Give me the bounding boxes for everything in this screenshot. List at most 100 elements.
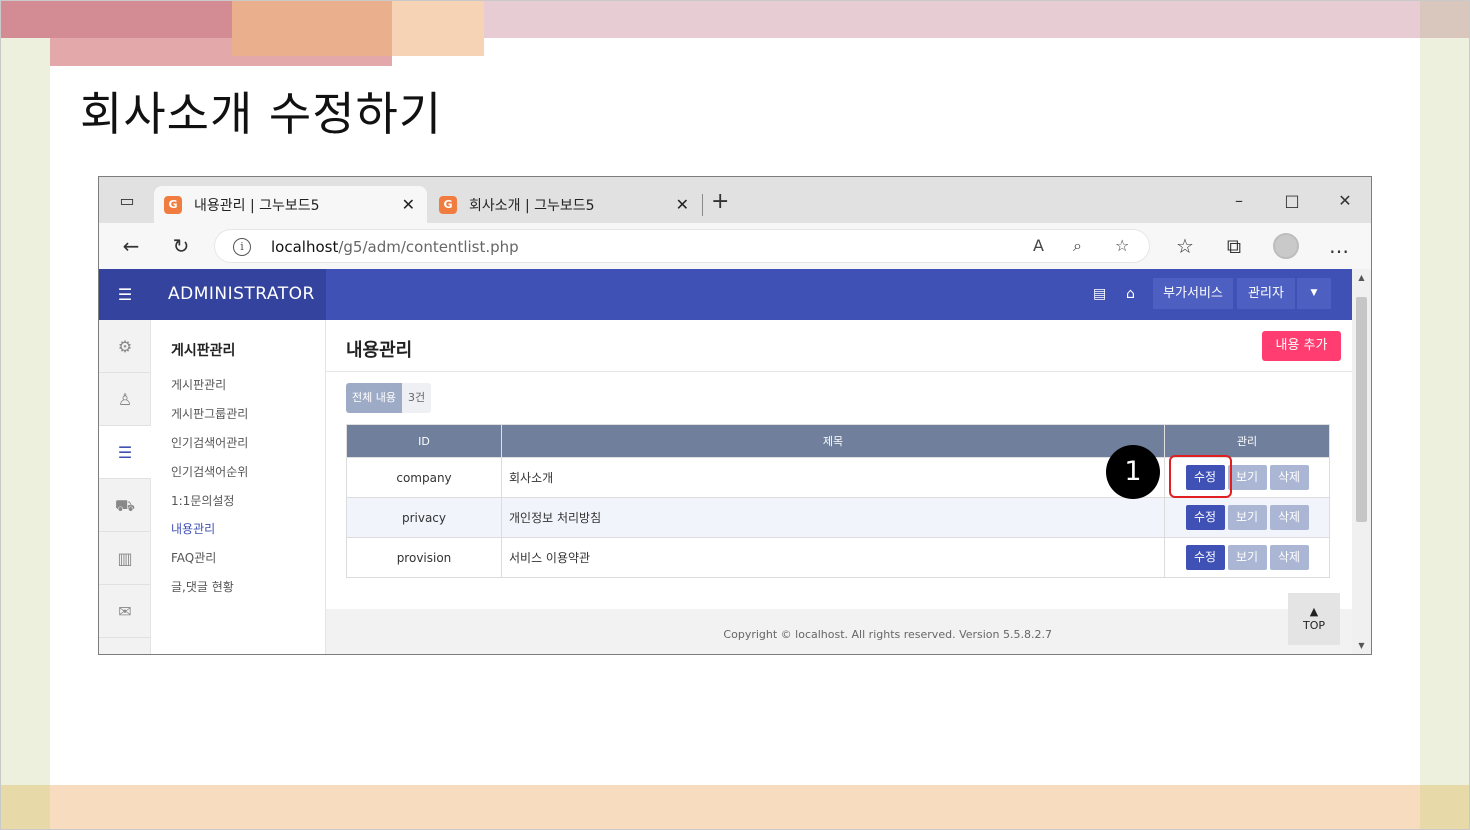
tab-actions-icon[interactable]: ▭ — [117, 191, 137, 211]
add-favorite-icon[interactable]: ☆ — [1115, 236, 1129, 255]
column-header-title: 제목 — [501, 424, 1165, 458]
scroll-top-button[interactable]: ▲ TOP — [1288, 593, 1340, 645]
slide-right-top-block — [1420, 0, 1470, 38]
sidebar-icon-rail: ⚙ ♙ ☰ ⛟ ▥ ✉ — [99, 320, 151, 654]
table-row: privacy 개인정보 처리방침 수정 보기 삭제 — [346, 497, 1330, 538]
vertical-scrollbar[interactable]: ▲ ▼ — [1352, 269, 1371, 654]
navigation-bar: ← ↻ i localhost/g5/adm/contentlist.php A… — [99, 223, 1371, 269]
gnuboard-favicon-icon: G — [164, 195, 182, 214]
admin-footer: Copyright © localhost. All rights reserv… — [326, 609, 1352, 654]
admin-brand[interactable]: ADMINISTRATOR — [151, 269, 326, 320]
view-button[interactable]: 보기 — [1227, 505, 1267, 530]
row-id: provision — [346, 537, 502, 578]
sidebar-item-content-manage[interactable]: 내용관리 — [171, 520, 215, 537]
tab-title: 내용관리 | 그누보드5 — [194, 197, 320, 214]
profile-avatar[interactable] — [1273, 233, 1299, 259]
tab-content-management[interactable]: G 내용관리 | 그누보드5 ✕ — [154, 186, 427, 223]
column-header-id: ID — [346, 424, 502, 458]
sidebar-item-board-group[interactable]: 게시판그룹관리 — [171, 405, 248, 422]
read-aloud-icon[interactable]: A — [1033, 236, 1044, 255]
slide-right-margin — [1420, 38, 1470, 830]
row-id: privacy — [346, 497, 502, 538]
table-row: provision 서비스 이용약관 수정 보기 삭제 — [346, 537, 1330, 578]
sidebar-item-keyword-rank[interactable]: 인기검색어순위 — [171, 463, 248, 480]
address-bar[interactable]: i localhost/g5/adm/contentlist.php A ⌕ ☆ — [214, 229, 1150, 263]
slide-left-margin — [0, 38, 50, 830]
count-label: 전체 내용 — [346, 383, 402, 413]
url-text: localhost/g5/adm/contentlist.php — [271, 238, 519, 256]
delete-button[interactable]: 삭제 — [1269, 505, 1309, 530]
close-tab-icon[interactable]: ✕ — [402, 195, 415, 214]
addon-service-button[interactable]: 부가서비스 — [1153, 278, 1233, 309]
sidebar-item-qa-config[interactable]: 1:1문의설정 — [171, 492, 234, 509]
count-value: 3건 — [401, 383, 432, 413]
scroll-up-icon[interactable]: ▲ — [1352, 273, 1371, 282]
admin-menu-button[interactable]: 관리자 — [1237, 278, 1295, 309]
row-actions: 수정 보기 삭제 — [1164, 497, 1330, 538]
sidebar-menu: 게시판관리 게시판관리 게시판그룹관리 인기검색어관리 인기검색어순위 1:1문… — [151, 320, 326, 654]
back-icon[interactable]: ← — [117, 234, 145, 258]
tab-strip: ▭ G 내용관리 | 그누보드5 ✕ G 회사소개 | 그누보드5 ✕ + – … — [99, 177, 1371, 223]
close-tab-icon[interactable]: ✕ — [676, 195, 689, 214]
maximize-icon[interactable]: □ — [1282, 191, 1302, 211]
gnuboard-favicon-icon: G — [439, 195, 457, 214]
chevron-down-icon[interactable]: ▼ — [1297, 278, 1331, 309]
stats-icon[interactable]: ▥ — [99, 532, 151, 585]
home-icon[interactable]: ⌂ — [1126, 286, 1135, 302]
mail-icon[interactable]: ✉ — [99, 585, 151, 638]
total-count-badge: 전체 내용 3건 — [346, 383, 432, 413]
site-info-icon[interactable]: i — [233, 238, 251, 256]
settings-icon[interactable]: ⚙ — [99, 320, 151, 373]
close-window-icon[interactable]: ✕ — [1335, 191, 1355, 211]
more-menu-icon[interactable]: … — [1325, 234, 1353, 258]
slide-bottom-left-block — [0, 785, 50, 830]
delete-button[interactable]: 삭제 — [1269, 545, 1309, 570]
browser-window: ▭ G 내용관리 | 그누보드5 ✕ G 회사소개 | 그누보드5 ✕ + – … — [98, 176, 1372, 655]
add-content-button[interactable]: 내용 추가 — [1262, 331, 1341, 361]
sidebar-item-write-count[interactable]: 글,댓글 현황 — [171, 578, 234, 595]
row-actions: 수정 보기 삭제 — [1164, 537, 1330, 578]
delete-button[interactable]: 삭제 — [1269, 465, 1309, 490]
sidebar-item-board-manage[interactable]: 게시판관리 — [171, 376, 226, 393]
copyright-text: Copyright © localhost. All rights reserv… — [723, 628, 1052, 641]
edit-button[interactable]: 수정 — [1185, 545, 1225, 570]
shop-icon[interactable]: ▤ — [1093, 286, 1106, 302]
slide-peach-block — [232, 0, 392, 56]
row-title: 개인정보 처리방침 — [501, 497, 1165, 538]
content-table: ID 제목 관리 company 회사소개 수정 보기 삭제 privacy 개… — [346, 424, 1330, 578]
admin-header: ☰ ADMINISTRATOR ▤ ⌂ 부가서비스 관리자 ▼ — [99, 269, 1352, 320]
view-button[interactable]: 보기 — [1227, 545, 1267, 570]
zoom-icon[interactable]: ⌕ — [1073, 236, 1082, 256]
sidebar-item-popular-keyword[interactable]: 인기검색어관리 — [171, 434, 248, 451]
minimize-icon[interactable]: – — [1229, 191, 1249, 211]
edit-button-highlight — [1169, 455, 1232, 498]
row-title: 서비스 이용약관 — [501, 537, 1165, 578]
tab-title: 회사소개 | 그누보드5 — [469, 197, 595, 214]
row-id: company — [346, 457, 502, 498]
member-icon[interactable]: ♙ — [99, 373, 151, 426]
favorites-icon[interactable]: ☆ — [1171, 234, 1199, 258]
view-button[interactable]: 보기 — [1227, 465, 1267, 490]
slide-peach-light-block — [392, 0, 484, 56]
sidebar-item-faq[interactable]: FAQ관리 — [171, 549, 216, 566]
menu-toggle-icon[interactable]: ☰ — [99, 269, 151, 320]
refresh-icon[interactable]: ↻ — [167, 234, 195, 258]
tab-separator — [702, 194, 703, 216]
column-header-manage: 관리 — [1164, 424, 1330, 458]
caret-up-icon: ▲ — [1309, 605, 1319, 618]
step-number-badge: 1 — [1106, 445, 1160, 499]
scroll-thumb[interactable] — [1356, 297, 1367, 522]
tab-company-intro[interactable]: G 회사소개 | 그누보드5 ✕ — [429, 186, 701, 223]
edit-button[interactable]: 수정 — [1185, 505, 1225, 530]
cart-icon[interactable]: ⛟ — [99, 479, 151, 532]
top-label: TOP — [1302, 619, 1325, 632]
page-viewport: ☰ ADMINISTRATOR ▤ ⌂ 부가서비스 관리자 ▼ ⚙ ♙ ☰ ⛟ … — [99, 269, 1352, 654]
scroll-down-icon[interactable]: ▼ — [1352, 641, 1371, 650]
collections-icon[interactable]: ⧉ — [1220, 234, 1248, 258]
board-list-icon[interactable]: ☰ — [99, 426, 151, 479]
page-title: 내용관리 — [346, 340, 413, 361]
slide-rose-dark-block — [0, 0, 232, 38]
slide-title: 회사소개 수정하기 — [80, 87, 443, 141]
new-tab-icon[interactable]: + — [711, 189, 729, 214]
sidebar-title: 게시판관리 — [171, 343, 236, 359]
